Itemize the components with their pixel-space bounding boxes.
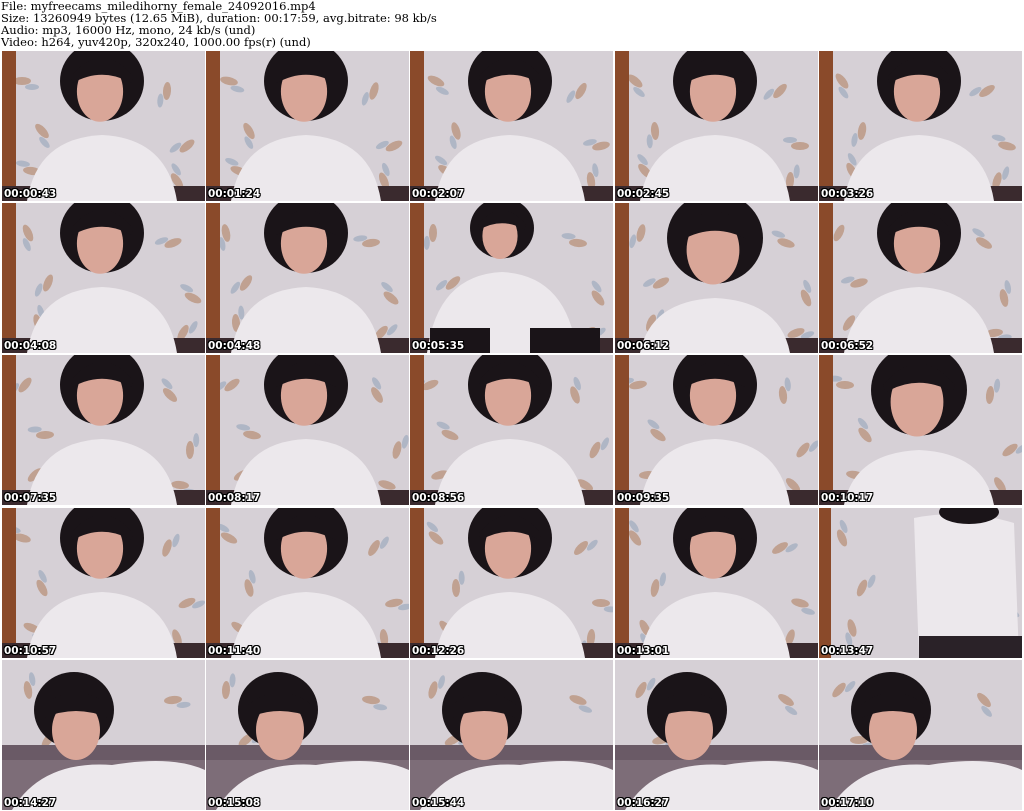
timestamp-label: 00:12:26 xyxy=(412,645,465,657)
thumbnail-image xyxy=(410,660,613,810)
thumbnail-frame: 00:08:56 xyxy=(410,355,613,505)
thumbnail-image xyxy=(410,355,613,505)
thumbnail-frame: 00:00:43 xyxy=(2,51,205,201)
thumbnail-frame: 00:12:26 xyxy=(410,508,613,658)
timestamp-label: 00:02:07 xyxy=(412,188,465,200)
thumbnail-image xyxy=(819,660,1022,810)
timestamp-label: 00:03:26 xyxy=(821,188,874,200)
timestamp-label: 00:06:52 xyxy=(821,340,874,352)
thumbnail-frame: 00:02:07 xyxy=(410,51,613,201)
thumbnail-image xyxy=(2,355,205,505)
timestamp-label: 00:13:01 xyxy=(617,645,670,657)
thumbnail-frame: 00:10:17 xyxy=(819,355,1022,505)
timestamp-label: 00:01:24 xyxy=(208,188,261,200)
thumbnail-frame: 00:06:12 xyxy=(615,203,818,353)
thumbnail-image xyxy=(615,508,818,658)
thumbnail-frame: 00:04:08 xyxy=(2,203,205,353)
thumbnail-image xyxy=(615,203,818,353)
thumbnail-image xyxy=(2,660,205,810)
thumbnail-frame: 00:15:44 xyxy=(410,660,613,810)
timestamp-label: 00:08:17 xyxy=(208,492,261,504)
thumbnail-image xyxy=(206,203,409,353)
timestamp-label: 00:07:35 xyxy=(4,492,57,504)
timestamp-label: 00:15:08 xyxy=(208,797,261,809)
thumbnail-image xyxy=(615,51,818,201)
thumbnail-frame: 00:02:45 xyxy=(615,51,818,201)
thumbnail-frame: 00:17:10 xyxy=(819,660,1022,810)
thumbnail-frame: 00:07:35 xyxy=(2,355,205,505)
contact-sheet: File: myfreecams_miledihorny_female_2409… xyxy=(0,0,1024,811)
thumbnail-image xyxy=(819,355,1022,505)
timestamp-label: 00:13:47 xyxy=(821,645,874,657)
thumbnail-image xyxy=(410,508,613,658)
thumbnail-image xyxy=(410,51,613,201)
timestamp-label: 00:15:44 xyxy=(412,797,465,809)
thumbnail-frame: 00:06:52 xyxy=(819,203,1022,353)
thumbnail-frame: 00:16:27 xyxy=(615,660,818,810)
thumbnail-frame: 00:14:27 xyxy=(2,660,205,810)
thumbnail-image xyxy=(615,355,818,505)
file-info-header: File: myfreecams_miledihorny_female_2409… xyxy=(1,0,1021,48)
video-info-line: Video: h264, yuv420p, 320x240, 1000.00 f… xyxy=(1,35,311,49)
timestamp-label: 00:10:57 xyxy=(4,645,57,657)
thumbnail-frame: 00:13:01 xyxy=(615,508,818,658)
timestamp-label: 00:02:45 xyxy=(617,188,670,200)
timestamp-label: 00:10:17 xyxy=(821,492,874,504)
thumbnail-image xyxy=(206,51,409,201)
thumbnail-image xyxy=(615,660,818,810)
thumbnail-frame: 00:15:08 xyxy=(206,660,409,810)
thumbnail-image xyxy=(2,508,205,658)
timestamp-label: 00:08:56 xyxy=(412,492,465,504)
timestamp-label: 00:16:27 xyxy=(617,797,670,809)
timestamp-label: 00:04:48 xyxy=(208,340,261,352)
thumbnail-frame: 00:01:24 xyxy=(206,51,409,201)
thumbnail-image xyxy=(206,660,409,810)
thumbnail-image xyxy=(819,203,1022,353)
timestamp-label: 00:00:43 xyxy=(4,188,57,200)
thumbnail-image xyxy=(410,203,613,353)
timestamp-label: 00:14:27 xyxy=(4,797,57,809)
thumbnail-image xyxy=(819,51,1022,201)
timestamp-label: 00:11:40 xyxy=(208,645,261,657)
timestamp-label: 00:09:35 xyxy=(617,492,670,504)
thumbnail-image xyxy=(2,203,205,353)
timestamp-label: 00:17:10 xyxy=(821,797,874,809)
thumbnail-frame: 00:03:26 xyxy=(819,51,1022,201)
thumbnail-frame: 00:10:57 xyxy=(2,508,205,658)
thumbnail-grid: 00:00:43 00:01:24 00:02:07 00:02:45 00:03:26… xyxy=(2,51,1023,811)
thumbnail-frame: 00:05:35 xyxy=(410,203,613,353)
thumbnail-frame: 00:09:35 xyxy=(615,355,818,505)
thumbnail-frame: 00:11:40 xyxy=(206,508,409,658)
thumbnail-image xyxy=(206,508,409,658)
timestamp-label: 00:05:35 xyxy=(412,340,465,352)
thumbnail-frame: 00:08:17 xyxy=(206,355,409,505)
thumbnail-image xyxy=(819,508,1022,658)
thumbnail-image xyxy=(2,51,205,201)
thumbnail-image xyxy=(206,355,409,505)
timestamp-label: 00:06:12 xyxy=(617,340,670,352)
timestamp-label: 00:04:08 xyxy=(4,340,57,352)
thumbnail-frame: 00:13:47 xyxy=(819,508,1022,658)
thumbnail-frame: 00:04:48 xyxy=(206,203,409,353)
